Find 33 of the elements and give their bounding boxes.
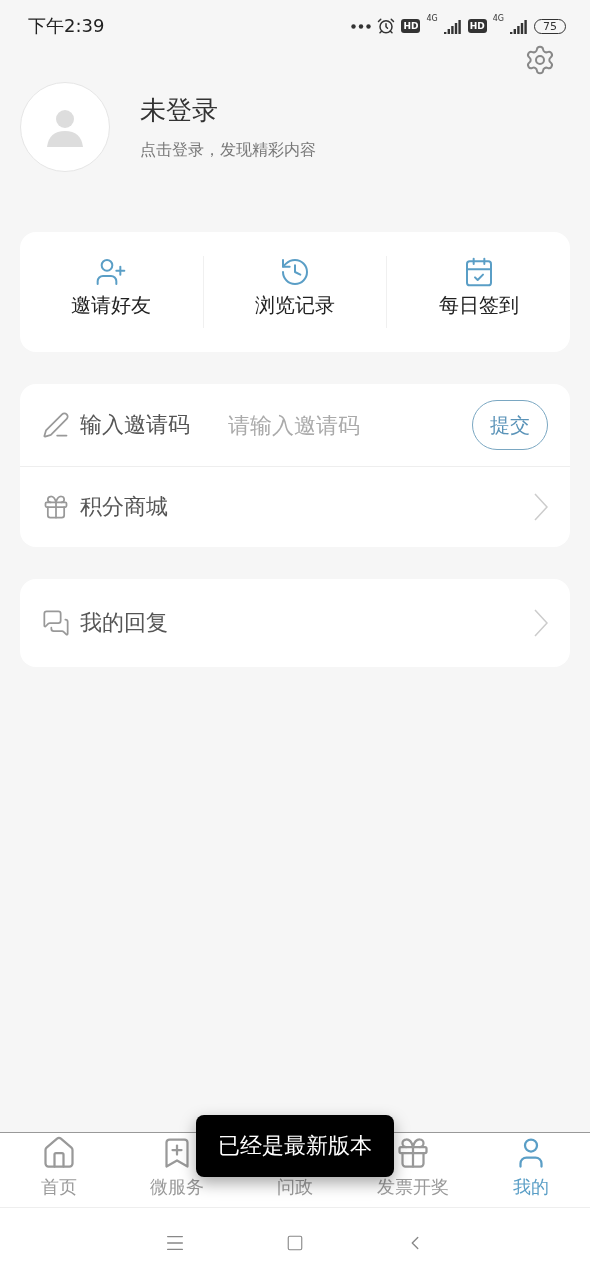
chevron-right-icon <box>534 493 548 521</box>
alarm-icon <box>377 17 396 35</box>
gift-box-icon <box>42 493 70 521</box>
status-time: 下午2:39 <box>28 14 106 38</box>
chevron-right-icon <box>534 609 548 637</box>
person-silhouette-icon <box>45 107 85 147</box>
history-icon <box>279 256 311 288</box>
add-user-icon <box>95 256 128 288</box>
invite-code-label: 输入邀请码 <box>80 411 190 439</box>
pencil-icon <box>42 411 70 439</box>
menu-item[interactable]: 我的回复 <box>20 579 570 667</box>
login-hint: 点击登录，发现精彩内容 <box>140 140 316 161</box>
signal-icon <box>443 18 462 34</box>
hd-badge: HD <box>467 19 487 33</box>
chat-bubbles-icon <box>42 609 70 637</box>
home-icon <box>41 1135 77 1171</box>
shortcut-item[interactable]: 浏览记录 <box>202 256 387 328</box>
update-toast: 已经是最新版本 <box>196 1115 394 1177</box>
network-type: 4G <box>426 14 438 23</box>
shortcut-item[interactable]: 邀请好友 <box>20 256 203 328</box>
tab[interactable]: 首页 <box>0 1133 118 1207</box>
tab[interactable]: 我的 <box>472 1133 590 1207</box>
hd-badge: HD <box>401 19 421 33</box>
shortcut-item[interactable]: 每日签到 <box>386 256 570 328</box>
menu-item[interactable]: 积分商城 <box>20 467 570 547</box>
more-dots-icon <box>351 23 372 29</box>
submit-button[interactable]: 提交 <box>472 400 548 450</box>
home-square-icon[interactable] <box>286 1234 304 1252</box>
gift-box-icon <box>395 1135 431 1171</box>
network-type: 4G <box>492 14 504 23</box>
login-status: 未登录 <box>140 94 219 127</box>
settings-icon[interactable] <box>524 44 556 76</box>
signal-icon <box>510 18 528 34</box>
